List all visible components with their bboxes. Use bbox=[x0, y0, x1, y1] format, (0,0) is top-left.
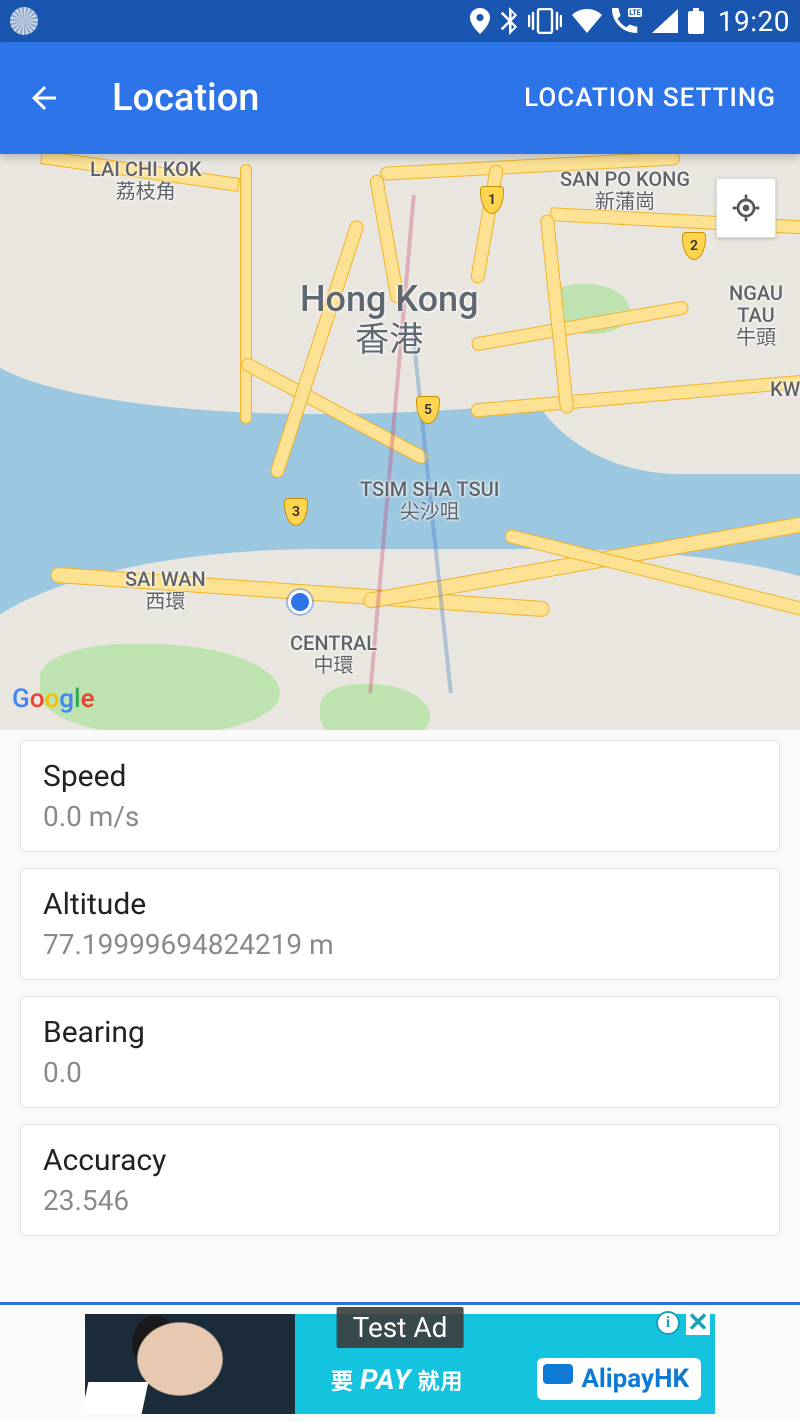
map-label-kw: KW bbox=[770, 378, 800, 400]
ad-image bbox=[85, 1314, 295, 1414]
map-label-lai-chi-kok-zh: 荔枝角 bbox=[116, 179, 176, 203]
metric-value: 77.19999694824219 m bbox=[43, 928, 757, 961]
page-title: Location bbox=[112, 76, 524, 120]
metric-label: Altitude bbox=[43, 887, 757, 922]
map-label-central-en: CENTRAL bbox=[290, 631, 377, 655]
back-button[interactable] bbox=[24, 78, 64, 118]
metric-value: 0.0 m/s bbox=[43, 800, 757, 833]
map-label-san-po-kong-zh: 新蒲崗 bbox=[595, 189, 655, 213]
cell-signal-icon bbox=[652, 9, 678, 33]
map-label-tst-en: TSIM SHA TSUI bbox=[360, 477, 499, 501]
map-label-tst-zh: 尖沙咀 bbox=[400, 499, 460, 523]
ad-tagline: 要PAY就用 bbox=[325, 1363, 470, 1396]
sync-spinner-icon bbox=[10, 7, 38, 35]
metric-label: Bearing bbox=[43, 1015, 757, 1050]
map-label-ngau-tau-zh: 牛頭 bbox=[736, 325, 776, 349]
ad-info-icon[interactable]: i bbox=[656, 1311, 680, 1335]
map-city-label-en: Hong Kong bbox=[300, 278, 479, 320]
battery-full-icon bbox=[688, 8, 704, 34]
google-attribution: Google bbox=[12, 684, 95, 714]
metric-card-bearing[interactable]: Bearing 0.0 bbox=[20, 996, 780, 1108]
bluetooth-icon bbox=[500, 7, 518, 35]
vibrate-icon bbox=[528, 8, 562, 34]
ad-close-icon[interactable]: ✕ bbox=[686, 1311, 710, 1335]
crosshair-icon bbox=[730, 192, 762, 224]
my-location-dot bbox=[288, 590, 312, 614]
map-view[interactable]: 1 2 5 3 Hong Kong 香港 LAI CHI KOK 荔枝角 SAN… bbox=[0, 154, 800, 730]
map-label-lai-chi-kok-en: LAI CHI KOK bbox=[90, 157, 202, 181]
location-setting-action[interactable]: LOCATION SETTING bbox=[524, 83, 776, 113]
map-city-label-zh: 香港 bbox=[355, 320, 423, 360]
android-status-bar: LTE 19:20 bbox=[0, 0, 800, 42]
metric-label: Accuracy bbox=[43, 1143, 757, 1178]
route-shield-3: 3 bbox=[284, 498, 308, 526]
metric-label: Speed bbox=[43, 759, 757, 794]
arrow-left-icon bbox=[26, 80, 62, 116]
metric-value: 23.546 bbox=[43, 1184, 757, 1217]
metric-card-altitude[interactable]: Altitude 77.19999694824219 m bbox=[20, 868, 780, 980]
status-clock: 19:20 bbox=[718, 5, 790, 38]
metric-value: 0.0 bbox=[43, 1056, 757, 1089]
map-label-san-po-kong-en: SAN PO KONG bbox=[560, 167, 690, 191]
map-label-central-zh: 中環 bbox=[314, 653, 354, 677]
phone-lte-icon: LTE bbox=[612, 8, 642, 34]
ad-banner[interactable]: 要PAY就用 AlipayHK Test Ad i ✕ bbox=[0, 1302, 800, 1422]
metrics-list: Speed 0.0 m/s Altitude 77.19999694824219… bbox=[0, 730, 800, 1264]
metric-card-speed[interactable]: Speed 0.0 m/s bbox=[20, 740, 780, 852]
metric-card-accuracy[interactable]: Accuracy 23.546 bbox=[20, 1124, 780, 1236]
wifi-icon bbox=[572, 9, 602, 33]
ad-brand-chip: AlipayHK bbox=[537, 1358, 701, 1400]
map-label-sai-wan-en: SAI WAN bbox=[125, 567, 206, 591]
app-bar: Location LOCATION SETTING bbox=[0, 42, 800, 154]
ad-test-badge: Test Ad bbox=[337, 1307, 464, 1348]
map-label-ngau-tau-en: NGAU TAU bbox=[729, 281, 783, 327]
map-label-sai-wan-zh: 西環 bbox=[145, 589, 185, 613]
status-icons: LTE 19:20 bbox=[470, 5, 790, 38]
my-location-button[interactable] bbox=[716, 178, 776, 238]
svg-text:LTE: LTE bbox=[629, 9, 640, 17]
location-pin-icon bbox=[470, 8, 490, 34]
